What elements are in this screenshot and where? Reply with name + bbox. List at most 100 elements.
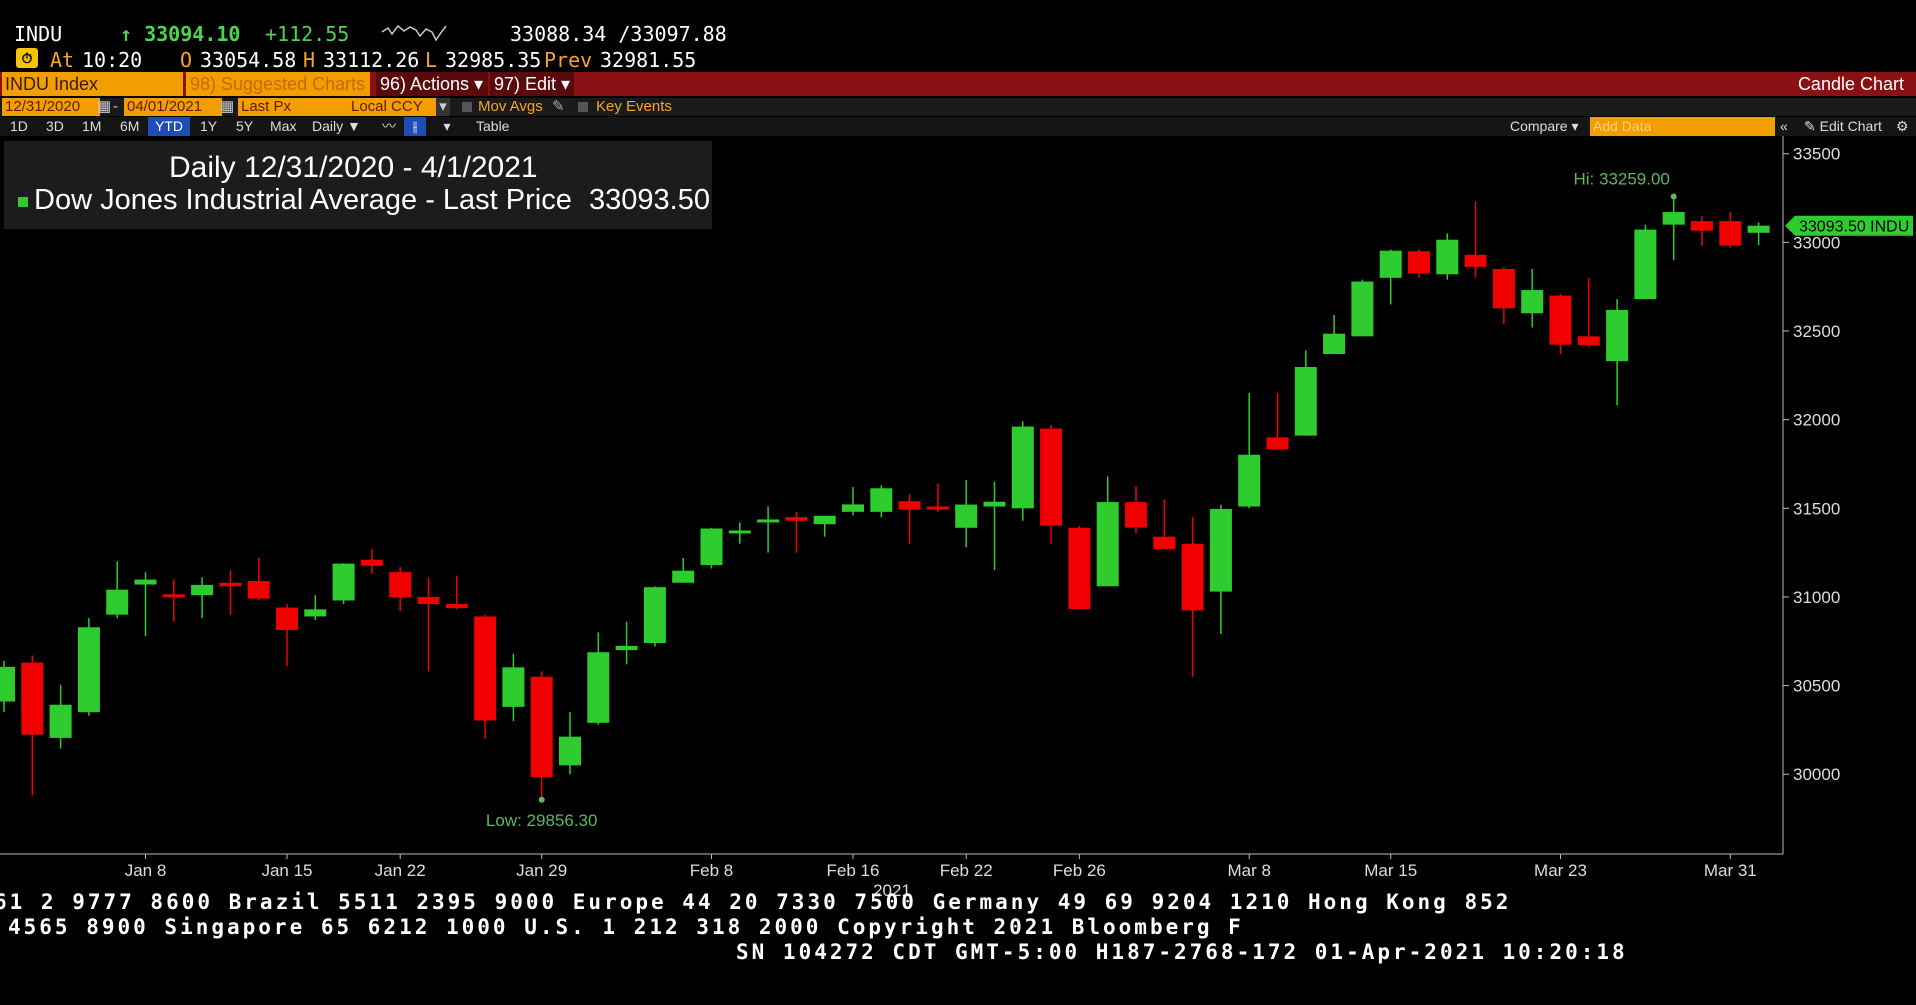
footer-line-2: 4565 8900 Singapore 65 6212 1000 U.S. 1 … — [8, 915, 1244, 939]
sparkline-icon — [381, 24, 447, 42]
y-tick-label: 33000 — [1793, 233, 1840, 252]
suggested-charts-button[interactable]: 98) Suggested Charts — [186, 72, 370, 96]
calendar-icon[interactable]: ▦ — [220, 98, 234, 116]
candle-body — [1719, 221, 1742, 246]
candle-body — [559, 736, 581, 766]
candle-body — [1521, 290, 1544, 314]
range-button-6m[interactable]: 6M — [120, 117, 139, 136]
field-select[interactable]: Last Px — [238, 98, 348, 116]
candle-body — [1153, 536, 1176, 550]
candle-body — [276, 607, 298, 630]
candle-chart[interactable]: 30000 30500 31000 31500 32000 32500 33000 33500… — [0, 136, 1916, 912]
table-button[interactable]: Table — [476, 117, 509, 136]
candle-body — [1068, 527, 1091, 609]
range-button-3d[interactable]: 3D — [46, 117, 64, 136]
range-row: 1D 3D 1M 6M YTD 1Y 5Y Max Daily ▼ 〰 ⫲ ▾ … — [0, 117, 1916, 136]
compare-button[interactable]: Compare ▾ — [1510, 117, 1579, 136]
candle-body — [304, 609, 327, 617]
quote-open-label: O — [180, 48, 193, 72]
x-tick-label: Feb 22 — [940, 861, 993, 880]
quote-ticker: INDU — [14, 22, 63, 46]
chart-type-label: Candle Chart — [1797, 74, 1904, 94]
candle-body — [1634, 229, 1657, 300]
line-chart-icon[interactable]: 〰 — [378, 117, 400, 136]
footer-line-3: SN 104272 CDT GMT-5:00 H187-2768-172 01-… — [736, 940, 1628, 964]
candle-body — [1351, 281, 1374, 337]
candle-body — [474, 616, 497, 721]
calendar-icon[interactable]: ▦ — [97, 98, 111, 116]
quote-low-label: L — [425, 48, 438, 72]
candle-body — [1747, 225, 1770, 233]
legend-series-label: Dow Jones Industrial Average - Last Pric… — [34, 184, 572, 216]
range-button-ytd[interactable]: YTD — [148, 117, 190, 136]
candle-body — [162, 594, 185, 598]
gear-icon[interactable]: ⚙ — [1896, 117, 1909, 136]
quote-high-label: H — [303, 48, 316, 72]
candle-body — [360, 559, 383, 566]
y-tick-label: 32500 — [1793, 322, 1840, 341]
dropdown-arrow-icon[interactable]: ▾ — [440, 117, 454, 136]
x-tick-label: Feb 26 — [1053, 861, 1106, 880]
end-date-input[interactable]: 04/01/2021 — [124, 98, 222, 116]
range-button-max[interactable]: Max — [270, 117, 296, 136]
start-date-input[interactable]: 12/31/2020 — [2, 98, 100, 116]
candle-body — [700, 528, 723, 566]
x-tick-label: Mar 8 — [1227, 861, 1270, 880]
candle-chart-icon[interactable]: ⫲ — [404, 117, 426, 136]
last-price-tag-label: 33093.50 INDU — [1799, 219, 1909, 236]
add-data-input[interactable]: Add Data — [1590, 117, 1775, 136]
candle-body — [1606, 309, 1629, 362]
hi-label: Hi: 33259.00 — [1573, 169, 1669, 188]
security-field[interactable]: INDU Index — [2, 72, 183, 96]
quote-time: 10:20 — [82, 48, 143, 72]
candle-body — [1181, 543, 1204, 611]
candle-body — [785, 517, 808, 521]
candle-body — [247, 580, 270, 599]
quote-last-price: ↑ 33094.10 — [120, 22, 241, 46]
y-tick-label: 33500 — [1793, 145, 1840, 164]
candle-body — [615, 645, 638, 651]
checkbox-icon[interactable] — [578, 102, 588, 112]
actions-menu[interactable]: 96) Actions ▾ — [376, 72, 488, 96]
quote-prev: 32981.55 — [600, 48, 697, 72]
low-marker — [538, 796, 545, 803]
currency-select[interactable]: Local CCY — [348, 98, 436, 116]
hi-marker — [1670, 193, 1677, 200]
mov-avgs-toggle[interactable]: Mov Avgs — [478, 98, 543, 116]
x-tick-label: Jan 15 — [261, 861, 312, 880]
candle-body — [502, 667, 525, 707]
range-button-5y[interactable]: 5Y — [236, 117, 253, 136]
title-bar: INDU Index 98) Suggested Charts 96) Acti… — [0, 72, 1916, 96]
candle-body — [1125, 502, 1147, 528]
x-tick-label: Mar 31 — [1704, 861, 1757, 880]
candle-body — [1379, 250, 1402, 278]
x-tick-label: Feb 16 — [827, 861, 880, 880]
candle-body — [983, 501, 1006, 507]
chart-legend: Daily 12/31/2020 - 4/1/2021 Dow Jones In… — [4, 141, 712, 229]
range-button-1y[interactable]: 1Y — [200, 117, 217, 136]
candle-body — [672, 570, 695, 583]
collapse-icon[interactable]: « — [1780, 117, 1788, 136]
edit-chart-button[interactable]: ✎ Edit Chart — [1804, 117, 1882, 136]
range-button-1d[interactable]: 1D — [10, 117, 28, 136]
range-button-1m[interactable]: 1M — [82, 117, 101, 136]
candle-body — [1209, 509, 1232, 592]
x-tick-label: Feb 8 — [690, 861, 733, 880]
candle-body — [21, 662, 44, 735]
tick-icon: ⏱ — [16, 48, 38, 68]
controls-row: 12/31/2020 ▦ - 04/01/2021 ▦ Last Px Loca… — [0, 98, 1916, 116]
frequency-select[interactable]: Daily ▼ — [312, 117, 361, 136]
edit-menu[interactable]: 97) Edit ▾ — [490, 72, 574, 96]
candle-body — [813, 515, 836, 525]
candle-body — [0, 666, 15, 702]
candle-body — [1323, 333, 1346, 355]
quote-change: +112.55 — [265, 22, 350, 46]
checkbox-icon[interactable] — [462, 102, 472, 112]
candle-body — [1096, 502, 1119, 587]
candle-body — [77, 627, 100, 713]
pencil-icon[interactable]: ✎ — [552, 98, 565, 116]
dropdown-arrow-icon[interactable]: ▾ — [436, 98, 450, 116]
quote-high: 33112.26 — [323, 48, 420, 72]
key-events-toggle[interactable]: Key Events — [596, 98, 672, 116]
quote-open: 33054.58 — [200, 48, 297, 72]
